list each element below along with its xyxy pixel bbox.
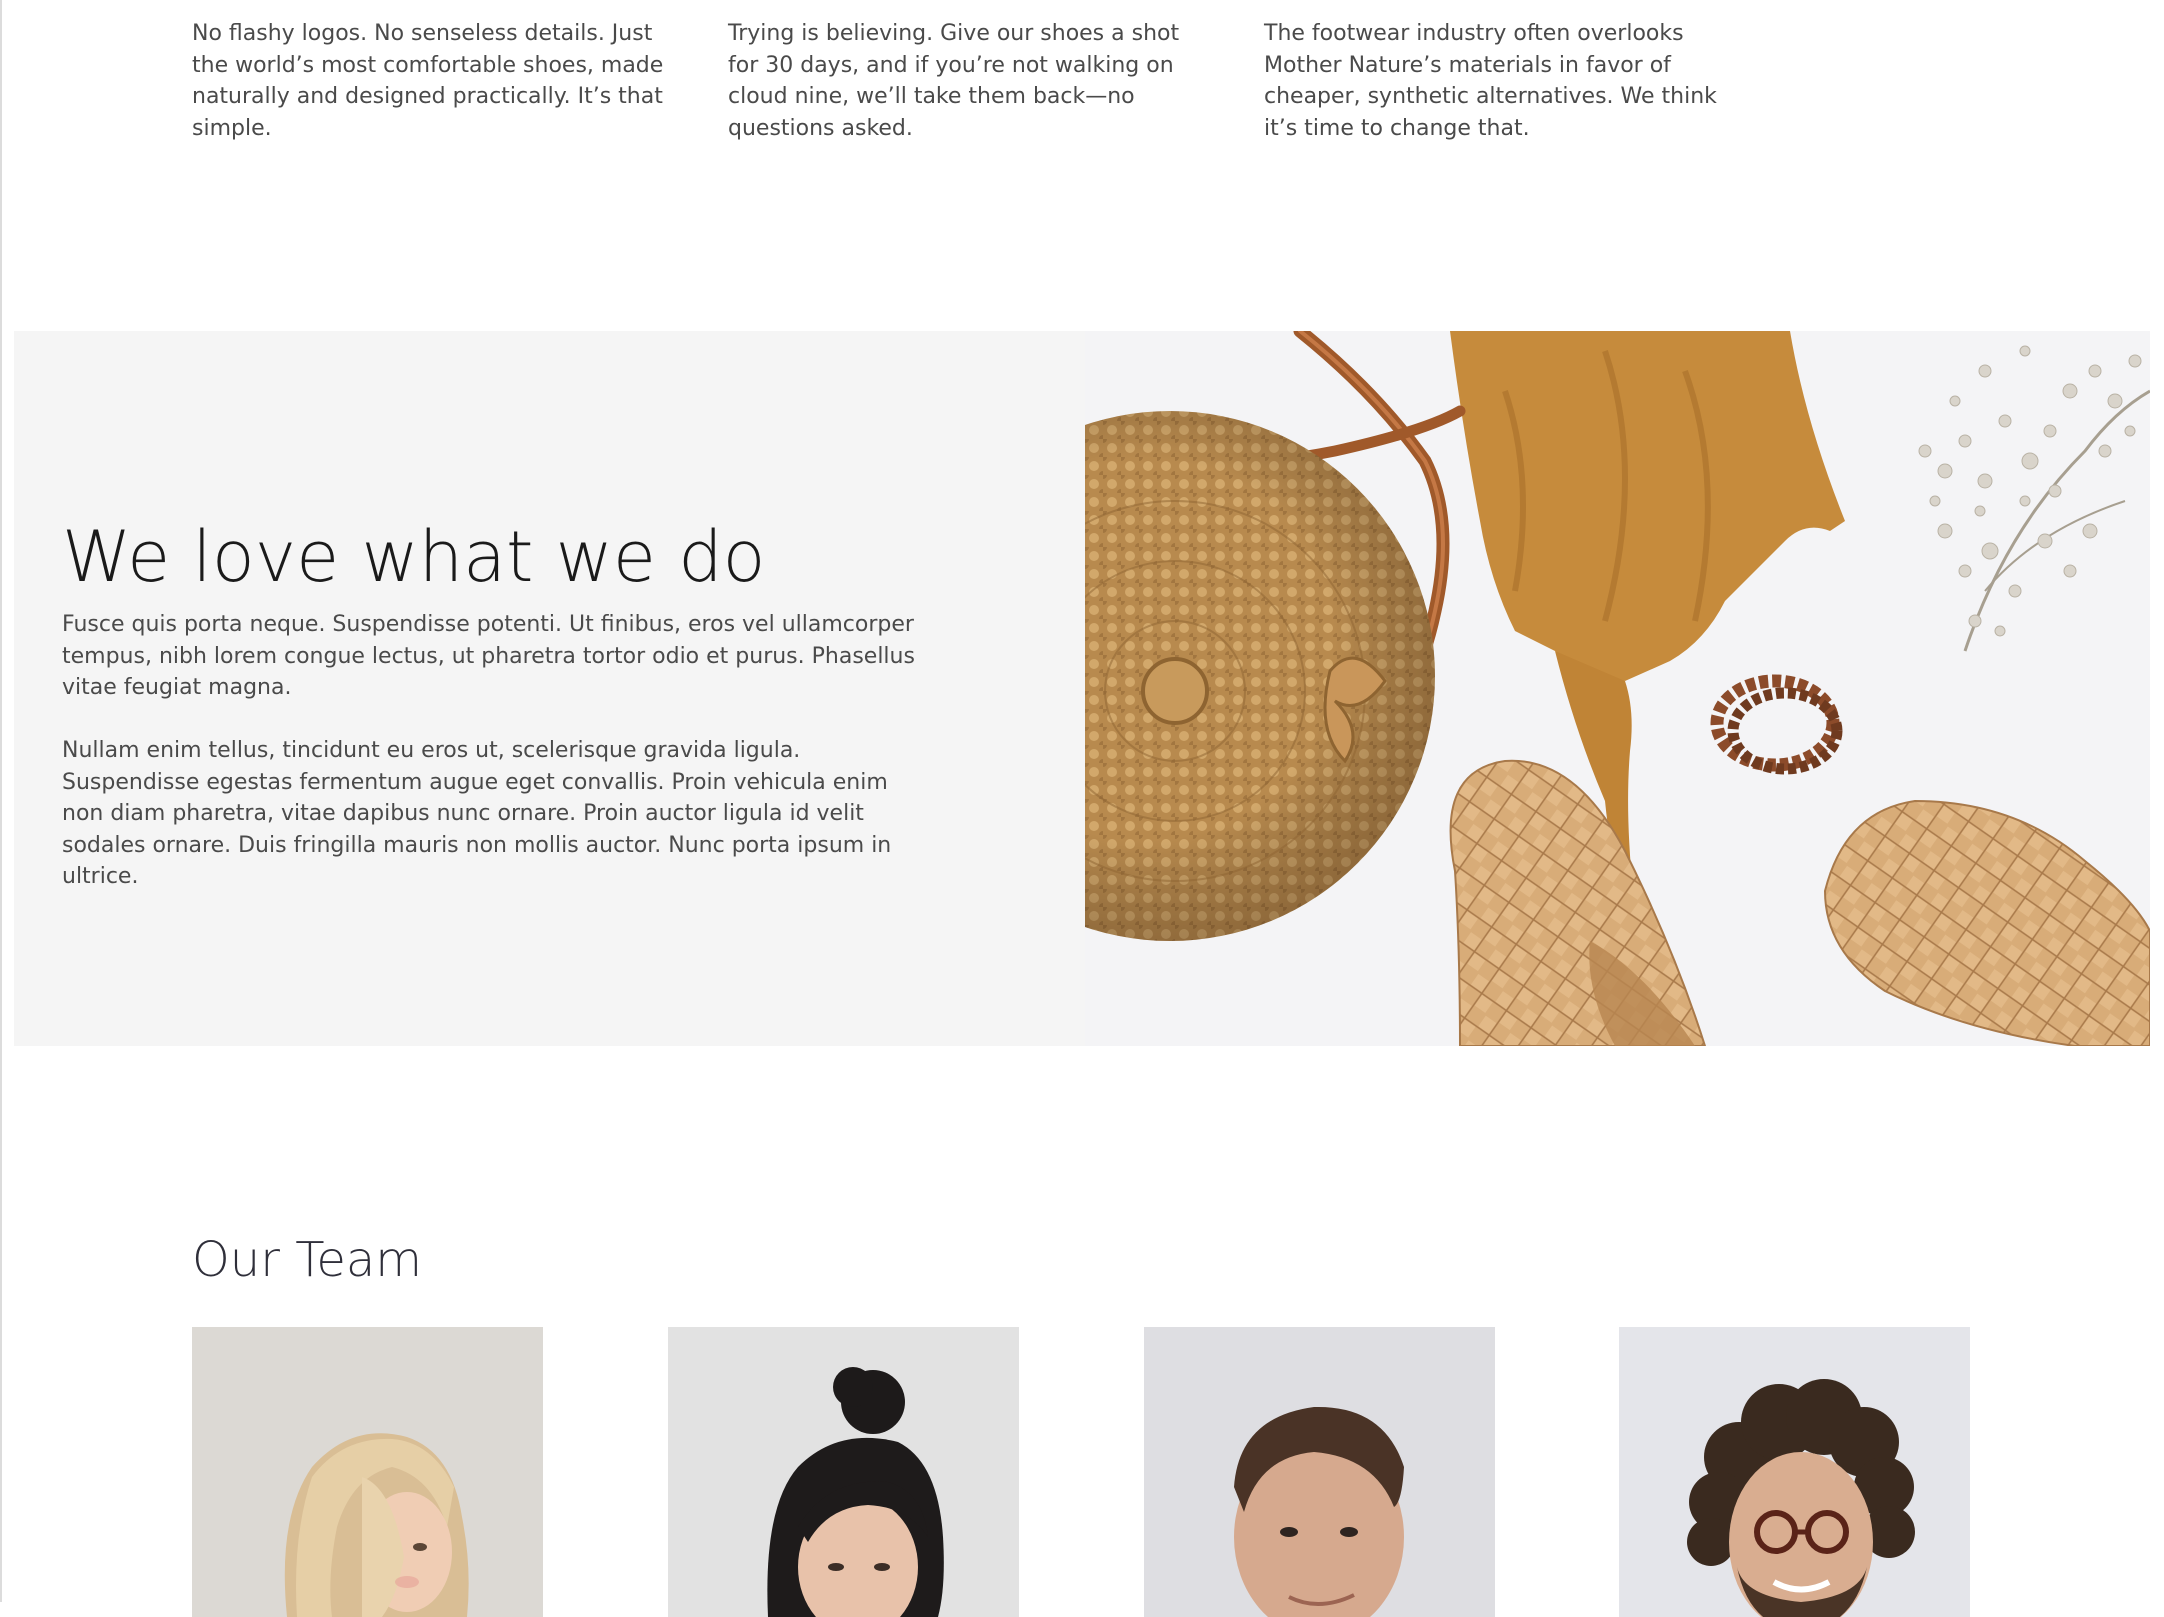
portrait-curly-haired-man (1619, 1327, 1970, 1617)
team-title: Our Team (192, 1232, 423, 1288)
page-edge (0, 0, 2, 1602)
feature-text: Trying is believing. Give our shoes a sh… (728, 21, 1180, 141)
feature-text: No flashy logos. No senseless details. J… (192, 21, 664, 141)
flatlay-illustration (1085, 331, 2150, 1046)
mission-text-panel: We love what we do Fusce quis porta nequ… (14, 331, 1085, 1046)
portrait-blonde-woman (192, 1327, 543, 1617)
mission-title: We love what we do (62, 516, 766, 598)
team-member-photo[interactable] (1619, 1327, 1970, 1617)
portrait-short-haired-man (1144, 1327, 1495, 1617)
team-member-photo[interactable] (1144, 1327, 1495, 1617)
mission-paragraph: Fusce quis porta neque. Suspendisse pote… (62, 612, 915, 701)
mission-photo (1085, 331, 2150, 1046)
team-member-photo[interactable] (192, 1327, 543, 1617)
portrait-dark-haired-woman (668, 1327, 1019, 1617)
mission-paragraph: Nullam enim tellus, tincidunt eu eros ut… (62, 738, 892, 890)
feature-text: The footwear industry often overlooks Mo… (1264, 21, 1717, 141)
team-member-photo[interactable] (668, 1327, 1019, 1617)
features-row: No flashy logos. No senseless details. J… (192, 18, 1752, 168)
mission-section: We love what we do Fusce quis porta nequ… (14, 331, 2150, 1046)
